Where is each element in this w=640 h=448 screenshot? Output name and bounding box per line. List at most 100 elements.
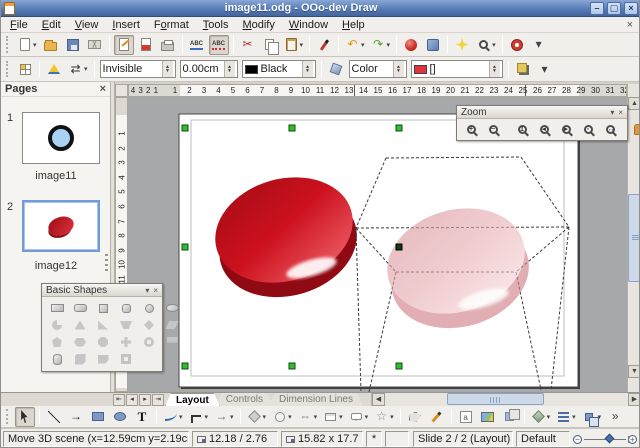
zoom-in-icon[interactable]: + (628, 435, 637, 444)
shape-rectangle-rounded-button[interactable] (70, 300, 90, 316)
shape-right-triangle-button[interactable] (93, 317, 113, 333)
zoom-previous-button[interactable]: ◂ (534, 121, 554, 138)
shape-isosceles-triangle-button[interactable] (70, 317, 90, 333)
zoom-button[interactable]: ▾ (474, 35, 498, 55)
shift-button[interactable] (629, 121, 640, 138)
vertical-scrollbar-thumb[interactable] (628, 194, 640, 282)
shape-cylinder-button[interactable] (47, 351, 67, 367)
dropdown-arrow-icon[interactable]: ▾ (84, 65, 88, 73)
line-ends-with-arrow-button[interactable]: → (66, 407, 86, 427)
dropdown-arrow-icon[interactable]: ▾ (314, 413, 318, 421)
shadow-button[interactable] (513, 59, 533, 79)
line-style-select[interactable]: Invisible▲▼ (100, 60, 176, 78)
line-color-select[interactable]: Black▲▼ (242, 60, 316, 78)
selection-handle[interactable] (396, 125, 402, 131)
document-as-email-button[interactable] (85, 35, 105, 55)
line-button[interactable] (44, 407, 64, 427)
open-button[interactable] (41, 35, 61, 55)
palette-close-icon[interactable]: × (618, 108, 623, 117)
palette-menu-icon[interactable]: ▾ (145, 286, 149, 295)
save-button[interactable] (63, 35, 83, 55)
selection-handle[interactable] (182, 244, 188, 250)
cut-button[interactable]: ✂ (238, 35, 258, 55)
last-page-button[interactable]: ⇥ (152, 394, 164, 406)
zoom-palette-titlebar[interactable]: Zoom ▾ × (457, 106, 627, 119)
callouts-button[interactable]: ▾ (347, 407, 371, 427)
menu-modify[interactable]: Modify (235, 18, 281, 32)
gallery2-button[interactable] (500, 407, 520, 427)
zoom-in-button[interactable]: + (461, 121, 481, 138)
shape-ring-button[interactable] (139, 334, 159, 350)
lines-and-arrows-button[interactable]: →▾ (212, 407, 236, 427)
toolbar-grip[interactable] (6, 36, 11, 52)
selection-handle[interactable] (182, 363, 188, 369)
dropdown-arrow-icon[interactable]: ▾ (492, 41, 496, 49)
shape-regular-pentagon-button[interactable] (47, 334, 67, 350)
navigator-button[interactable] (423, 35, 443, 55)
scroll-up-icon[interactable]: ▲ (628, 97, 640, 110)
scroll-right-icon[interactable]: ▶ (628, 393, 640, 406)
export-as-pdf-button[interactable] (136, 35, 156, 55)
copy-button[interactable] (260, 35, 280, 55)
select-button[interactable] (15, 407, 35, 427)
zoom-slider[interactable]: − + (573, 431, 637, 447)
shape-block-arc-button[interactable] (162, 334, 182, 350)
shape-cross-button[interactable] (116, 334, 136, 350)
glue-points-button[interactable] (427, 407, 447, 427)
gallery-button[interactable] (401, 35, 421, 55)
line-dialog-button[interactable] (44, 59, 64, 79)
shape-rectangle-button[interactable] (47, 300, 67, 316)
menu-window[interactable]: Window (282, 18, 335, 32)
menu-format[interactable]: Format (147, 18, 196, 32)
block-arrows-button[interactable]: ⇔▾ (296, 407, 320, 427)
entire-page-button[interactable]: ▫ (578, 121, 598, 138)
paste-button[interactable]: ▾ (282, 35, 306, 55)
scroll-down-icon[interactable]: ▼ (628, 365, 640, 378)
shape-diamond-button[interactable] (139, 317, 159, 333)
menu-view[interactable]: View (68, 18, 106, 32)
shape-circle-button[interactable] (139, 300, 159, 316)
close-button[interactable]: × (624, 2, 638, 15)
shape-folded-corner-button[interactable] (93, 351, 113, 367)
pages-panel-close-icon[interactable]: × (100, 83, 106, 95)
connector-button[interactable]: ▾ (187, 407, 211, 427)
alignment-button[interactable]: ▾ (554, 407, 578, 427)
zoom-next-button[interactable]: ▸ (556, 121, 576, 138)
palette-menu-icon[interactable]: ▾ (610, 108, 614, 117)
flowcharts-button[interactable]: ▾ (321, 407, 345, 427)
shape-frame-button[interactable] (116, 351, 136, 367)
spellcheck-button[interactable]: ABC (187, 35, 207, 55)
previous-page-button[interactable]: ◂ (126, 394, 138, 406)
dropdown-arrow-icon[interactable]: ▾ (365, 413, 369, 421)
dropdown-arrow-icon[interactable]: ▾ (339, 413, 343, 421)
spinner-icon[interactable]: ▲▼ (393, 61, 404, 77)
close-document-button[interactable]: × (627, 19, 633, 31)
shape-square-button[interactable] (93, 300, 113, 316)
spinner-icon[interactable]: ▲▼ (162, 61, 173, 77)
selection-handle[interactable] (396, 363, 402, 369)
next-page-button[interactable]: ▸ (139, 394, 151, 406)
basic-shapes-button[interactable]: ▾ (245, 407, 269, 427)
menu-insert[interactable]: Insert (105, 18, 147, 32)
spinner-icon[interactable]: ▲▼ (224, 61, 235, 77)
selection-handle[interactable] (289, 125, 295, 131)
symbol-shapes-button[interactable]: ▾ (270, 407, 294, 427)
selection-handle[interactable] (396, 244, 402, 250)
dropdown-arrow-icon[interactable]: ▾ (205, 413, 209, 421)
pages-panel-scroll-handle[interactable] (105, 254, 108, 272)
page-thumbnail-1[interactable] (22, 112, 100, 164)
ellipse-button[interactable] (110, 407, 130, 427)
format-paintbrush-button[interactable] (314, 35, 334, 55)
status-position[interactable]: 12.18 / 2.76 (192, 431, 278, 447)
dropdown-arrow-icon[interactable]: ▾ (263, 413, 267, 421)
shape-circle-pie-button[interactable] (47, 317, 67, 333)
shape-parallelogram-button[interactable] (162, 317, 182, 333)
shape-hexagon-button[interactable] (70, 334, 90, 350)
zoom-100-percent-button[interactable]: 1 (512, 121, 532, 138)
help-button[interactable] (507, 35, 527, 55)
area-fill-select[interactable]: []▲▼ (411, 60, 503, 78)
area-dialog-button[interactable] (326, 59, 346, 79)
curve-button[interactable]: ▾ (161, 407, 185, 427)
arrange-button[interactable]: ▾ (580, 407, 604, 427)
minimize-button[interactable]: – (590, 2, 604, 15)
